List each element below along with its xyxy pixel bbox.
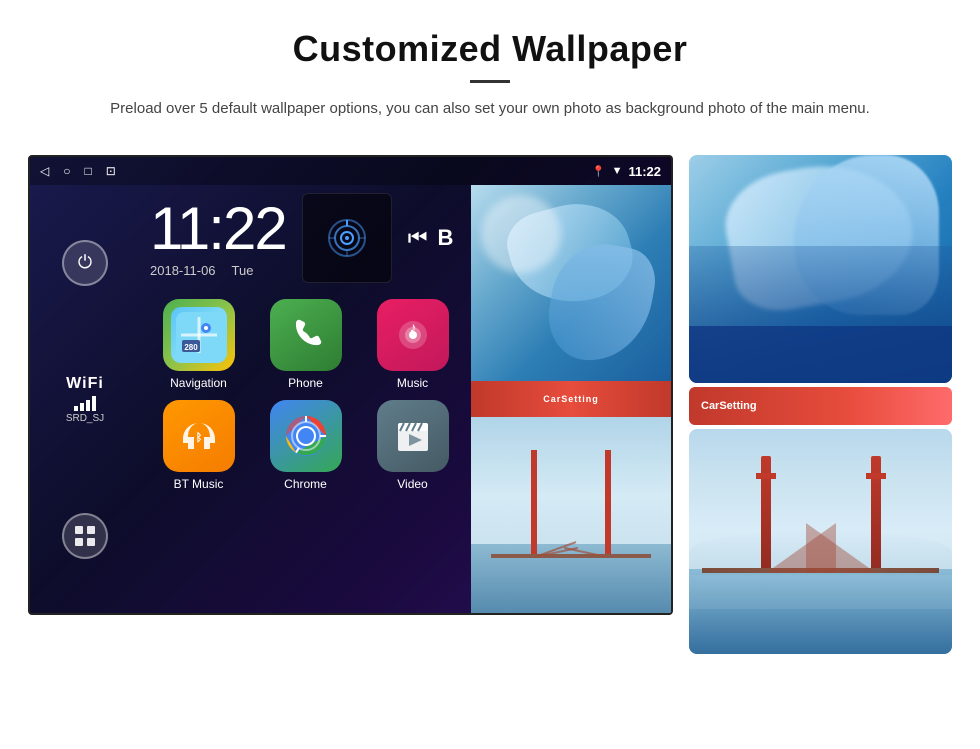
wallpaper-ice-preview	[471, 185, 671, 381]
app-item-video[interactable]: Video	[364, 400, 461, 491]
svg-text:ᛒ: ᛒ	[195, 432, 202, 444]
navigation-icon: 280	[163, 299, 235, 371]
carsetting-strip-label: CarSetting	[543, 394, 599, 404]
android-screen: ◁ ○ □ ⊡ 📍 ▼ 11:22 ⏻	[28, 155, 673, 615]
wifi-bars	[66, 395, 104, 411]
video-svg	[392, 415, 434, 457]
app-item-navigation[interactable]: 280 Navigation	[150, 299, 247, 390]
wifi-status-icon: ▼	[612, 165, 623, 177]
wifi-bar-4	[92, 396, 96, 411]
status-bar-left: ◁ ○ □ ⊡	[40, 164, 116, 178]
carsetting-wallpaper[interactable]: CarSetting	[689, 387, 952, 425]
app-item-phone[interactable]: Phone	[257, 299, 354, 390]
music-icon: ♪	[377, 299, 449, 371]
navigation-label: Navigation	[170, 376, 227, 390]
wallpaper-bridge-preview	[471, 417, 671, 613]
status-bar: ◁ ○ □ ⊡ 📍 ▼ 11:22	[30, 157, 671, 185]
btmusic-icon: ᛒ	[163, 400, 235, 472]
media-widget	[302, 193, 392, 283]
phone-svg	[286, 315, 326, 355]
apps-grid: 280 Navigation	[150, 299, 461, 491]
page-description: Preload over 5 default wallpaper options…	[100, 97, 880, 121]
page-wrapper: Customized Wallpaper Preload over 5 defa…	[0, 0, 980, 654]
day-value: Tue	[232, 263, 254, 278]
media-icon	[327, 218, 367, 258]
wifi-ssid: SRD_SJ	[66, 413, 104, 424]
prev-icon[interactable]: ⏮	[408, 225, 428, 251]
media-controls: ⏮ B	[408, 225, 454, 251]
page-header: Customized Wallpaper Preload over 5 defa…	[0, 0, 980, 137]
svg-text:280: 280	[184, 343, 198, 352]
title-divider	[470, 80, 510, 83]
wifi-widget: WiFi SRD_SJ	[66, 375, 104, 424]
wifi-bar-1	[74, 406, 78, 411]
carsetting-strip: CarSetting	[471, 381, 671, 417]
app-item-music[interactable]: ♪ Music	[364, 299, 461, 390]
android-sidebar: ⏻ WiFi SRD_SJ	[30, 185, 140, 613]
phone-icon	[270, 299, 342, 371]
recents-icon[interactable]: □	[84, 164, 91, 178]
content-area: ◁ ○ □ ⊡ 📍 ▼ 11:22 ⏻	[0, 137, 980, 654]
svg-text:♪: ♪	[409, 319, 416, 335]
grid-icon	[74, 525, 96, 547]
screenshot-icon[interactable]: ⊡	[106, 164, 116, 178]
clock-date: 2018-11-06 Tue	[150, 263, 286, 278]
android-right-panel: CarSetting	[471, 185, 671, 613]
music-label: Music	[397, 376, 428, 390]
back-icon[interactable]: ◁	[40, 164, 49, 178]
location-icon: 📍	[592, 165, 606, 178]
chrome-label: Chrome	[284, 477, 327, 491]
page-title: Customized Wallpaper	[60, 28, 920, 70]
home-icon[interactable]: ○	[63, 164, 70, 178]
apps-grid-button[interactable]	[62, 513, 108, 559]
app-item-chrome[interactable]: Chrome	[257, 400, 354, 491]
chrome-icon-container	[270, 400, 342, 472]
clock-block: 11:22 2018-11-06 Tue	[150, 199, 286, 278]
wifi-bar-3	[86, 400, 90, 411]
carsetting-label: CarSetting	[701, 400, 757, 412]
video-label: Video	[397, 477, 427, 491]
status-time: 11:22	[628, 164, 661, 179]
power-button[interactable]: ⏻	[62, 240, 108, 286]
android-center: 11:22 2018-11-06 Tue	[140, 185, 471, 613]
video-icon	[377, 400, 449, 472]
bluetooth-label: B	[438, 225, 454, 251]
music-svg: ♪	[393, 315, 433, 355]
btmusic-svg: ᛒ	[178, 415, 220, 457]
app-item-btmusic[interactable]: ᛒ BT Music	[150, 400, 247, 491]
date-value: 2018-11-06	[150, 263, 216, 278]
android-main: ⏻ WiFi SRD_SJ	[30, 185, 671, 613]
map-svg: 280	[176, 312, 222, 358]
wallpaper-ice-large[interactable]	[689, 155, 952, 383]
clock-time: 11:22	[150, 199, 286, 259]
nav-map-inner: 280	[171, 307, 227, 363]
wifi-label: WiFi	[66, 375, 104, 393]
phone-label: Phone	[288, 376, 323, 390]
chrome-svg	[282, 412, 330, 460]
status-bar-right: 📍 ▼ 11:22	[592, 164, 661, 179]
wallpaper-side-previews: CarSetting	[689, 155, 952, 654]
clock-area: 11:22 2018-11-06 Tue	[150, 193, 461, 283]
wifi-bar-2	[80, 403, 84, 411]
btmusic-label: BT Music	[174, 477, 224, 491]
power-icon: ⏻	[78, 252, 92, 273]
wallpaper-bridge-large[interactable]	[689, 429, 952, 654]
